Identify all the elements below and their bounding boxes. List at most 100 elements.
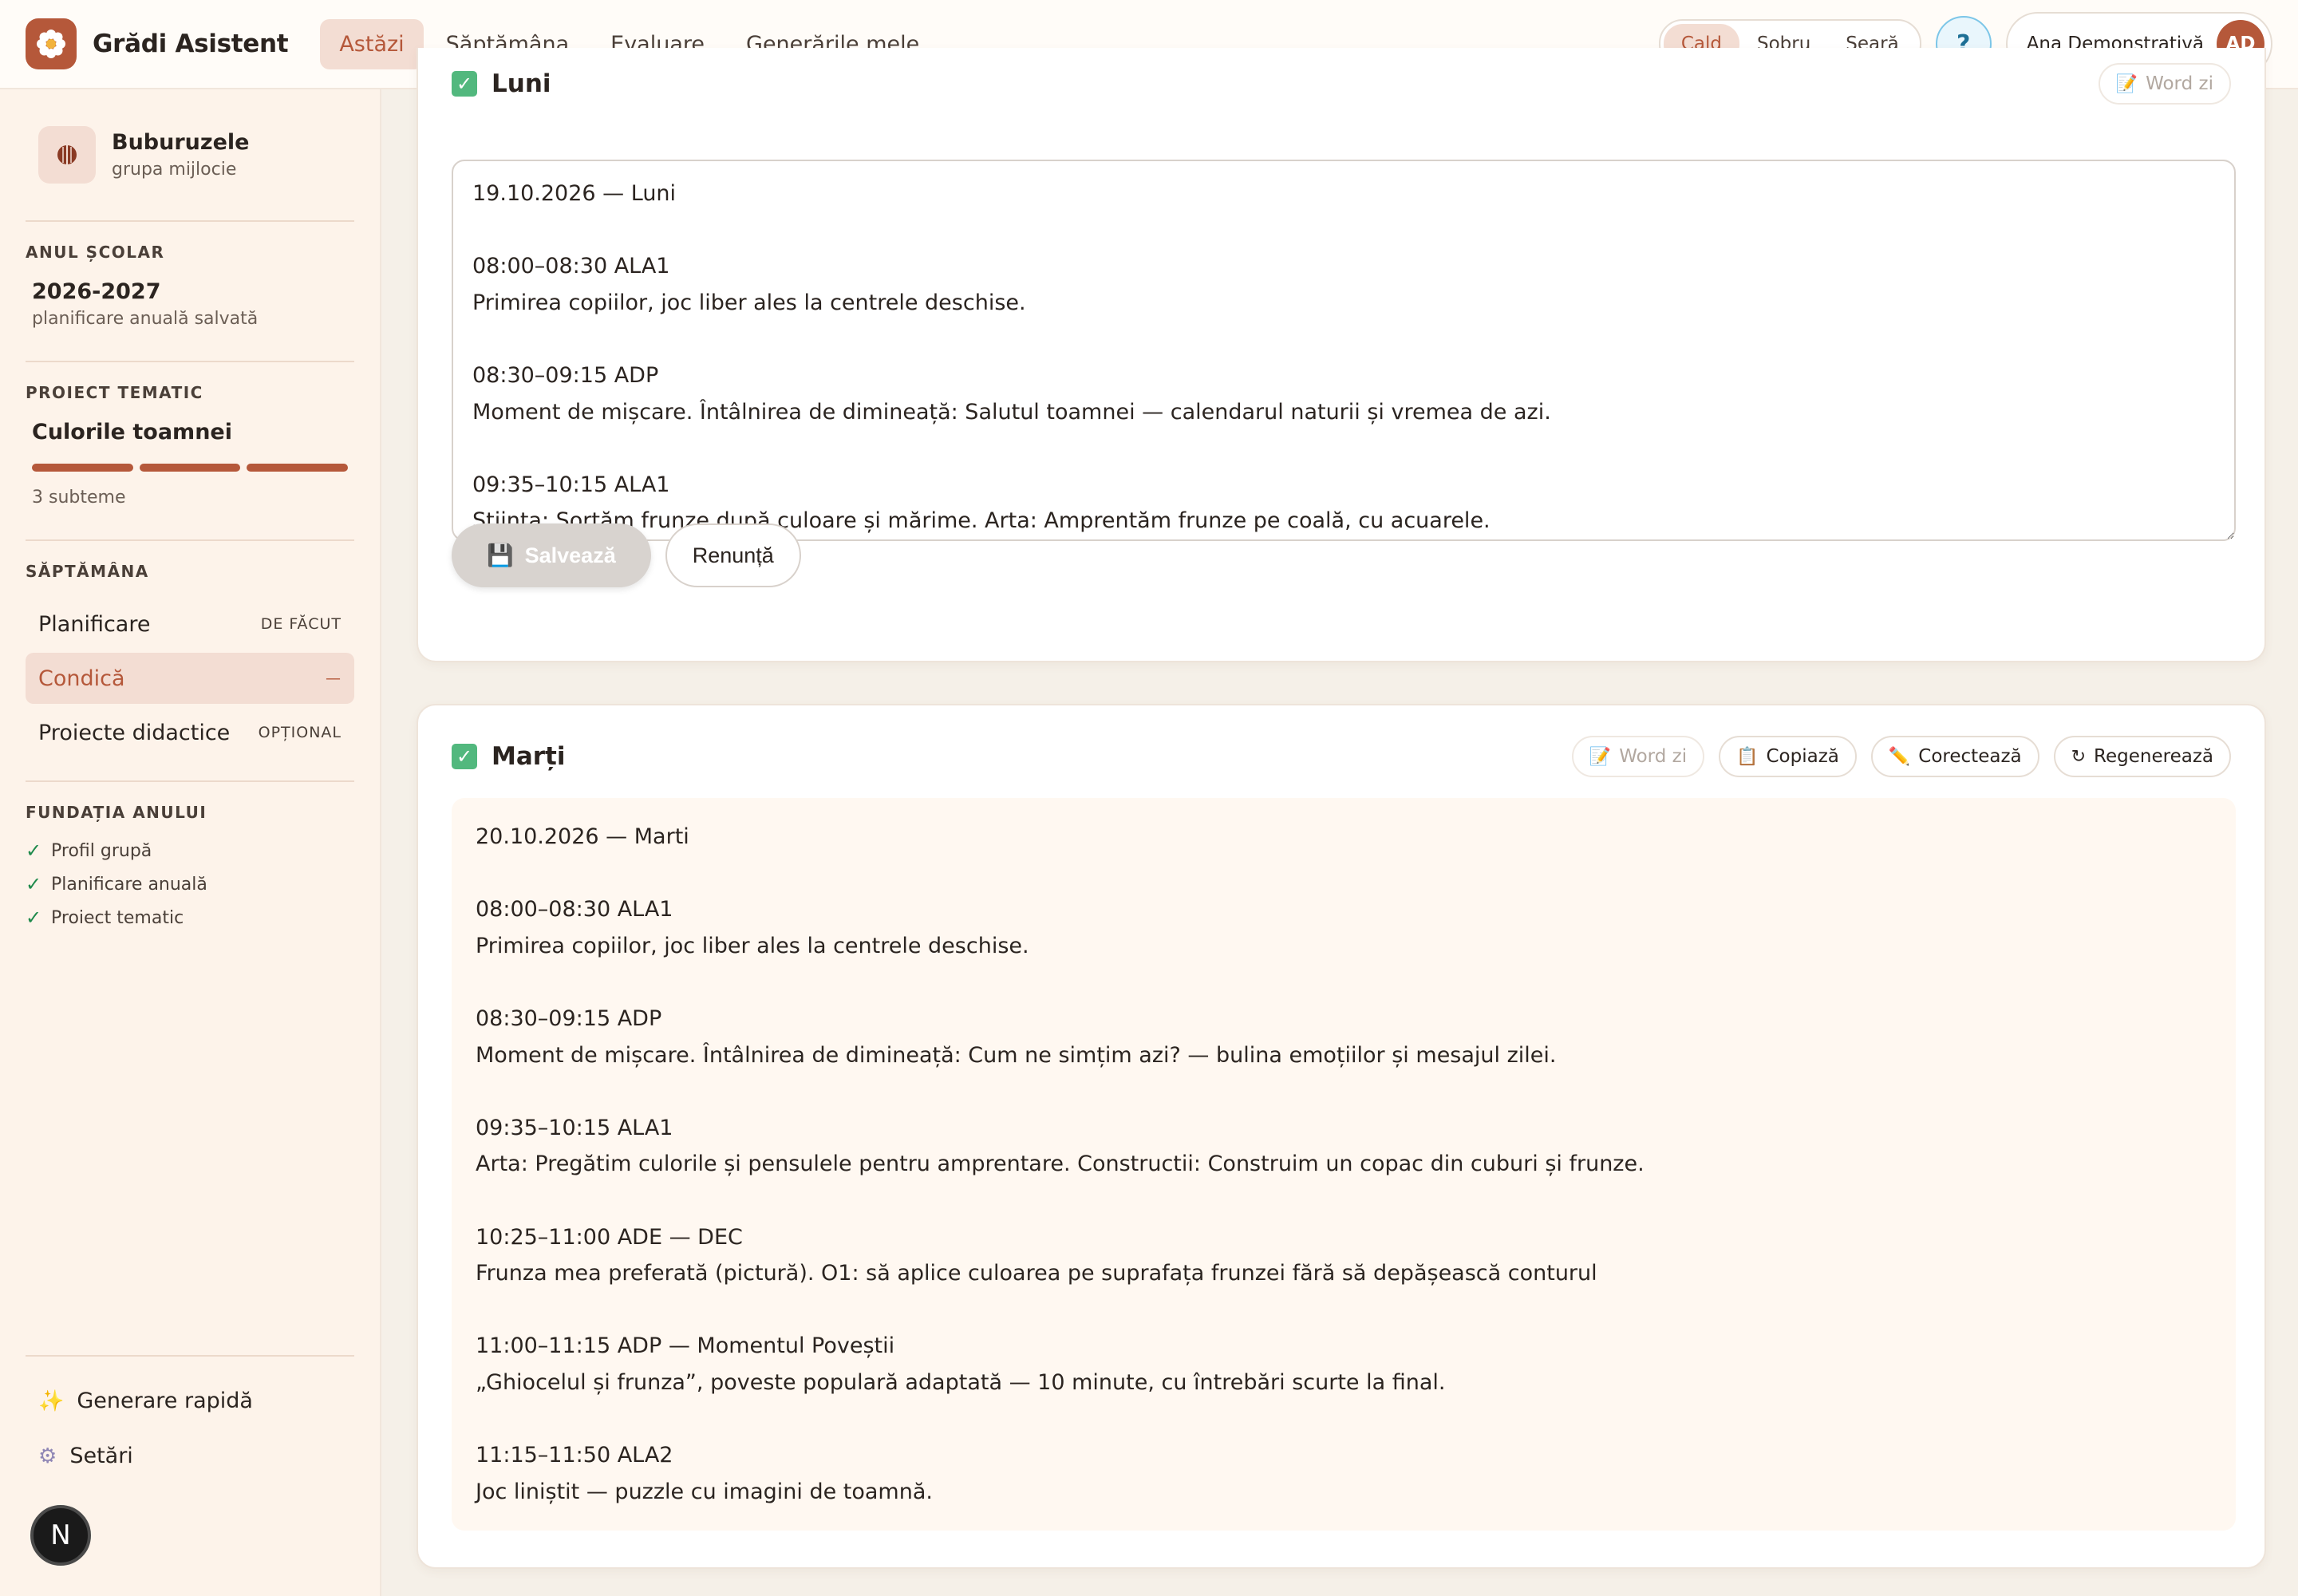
floppy-disk-icon: 💾 [487,543,514,567]
foundation-item[interactable]: ✓ Profil grupă [26,839,354,862]
quick-generate-button[interactable]: ✨ Generare rapidă [26,1377,354,1424]
foundation-item-label: Proiect tematic [51,907,184,928]
school-year-label: ANUL ȘCOLAR [26,243,165,262]
document-icon: 📝 [2115,73,2138,94]
copy-button[interactable]: 📋 Copiază [1719,736,1857,777]
app-name[interactable]: Grădi Asistent [93,30,289,58]
checkbox-checked-icon[interactable]: ✓ [452,71,477,97]
regenerate-label: Regenerează [2094,746,2213,767]
group-level: grupa mijlocie [112,160,237,180]
n-badge-icon[interactable]: N [30,1505,91,1566]
schedule-line: 09:35–10:15 ALA1 [476,1115,673,1140]
copy-label: Copiază [1766,746,1839,767]
status-badge: — [326,670,342,687]
checkmark-icon: ✓ [26,873,42,895]
schedule-line: Primirea copiilor, joc liber ales la cen… [476,933,1029,958]
schedule-line [476,1401,2212,1438]
status-badge: DE FĂCUT [260,615,342,633]
schedule-line [476,1292,2212,1329]
quick-generate-label: Generare rapidă [77,1389,253,1413]
clipboard-icon: 📋 [1736,746,1759,767]
day-title: Marți [492,742,566,771]
sidebar-item-planning[interactable]: Planificare DE FĂCUT [26,598,354,650]
checkmark-icon: ✓ [26,907,42,929]
sidebar-bottom: ✨ Generare rapidă ⚙ Setări [26,1355,354,1487]
foundation-section: FUNDAȚIA ANULUI ✓ Profil grupă ✓ Planifi… [26,782,354,972]
schedule-line: 11:00–11:15 ADP — Momentul Poveștii [476,1333,895,1359]
word-day-label: Word zi [2146,73,2213,94]
ladybug-icon [38,126,96,184]
regenerate-button[interactable]: ↻ Regenerează [2053,736,2231,777]
week-section: SĂPTĂMÂNA Planificare DE FĂCUT Condică —… [26,541,354,782]
schedule-line: 08:30–09:15 ADP [476,1005,662,1031]
checkmark-icon: ✓ [26,839,42,862]
day-schedule-editor[interactable] [452,160,2236,541]
sidebar: Buburuzele grupa mijlocie ANUL ȘCOLAR 20… [0,89,381,1596]
word-day-label: Word zi [1619,746,1688,767]
correct-label: Corectează [1918,746,2022,767]
project-subthemes: 3 subteme [32,488,126,508]
save-label: Salvează [524,543,616,567]
status-badge: OPȚIONAL [258,724,342,741]
schedule-line: „Ghiocelul și frunza”, poveste populară … [476,1369,1446,1395]
day-title: Luni [492,69,551,98]
progress-segment [139,464,241,472]
save-button[interactable]: 💾 Salvează [452,523,651,587]
word-day-button[interactable]: 📝 Word zi [2098,63,2231,105]
settings-button[interactable]: ⚙ Setări [26,1432,354,1479]
settings-label: Setări [69,1444,133,1468]
app-logo[interactable] [26,18,77,69]
foundation-label: FUNDAȚIA ANULUI [26,803,207,822]
schedule-line [476,1073,2212,1110]
edit-buttons: 💾 Salvează Renunță [452,523,801,587]
day-actions: 📝 Word zi [2098,63,2231,105]
correct-button[interactable]: ✏️ Corectează [1870,736,2039,777]
schedule-line: 11:15–11:50 ALA2 [476,1443,673,1468]
sidebar-item-label: Planificare [38,611,151,637]
cancel-button[interactable]: Renunță [665,523,801,587]
foundation-item-label: Planificare anuală [51,874,207,895]
nav-today[interactable]: Astăzi [320,18,424,69]
week-label: SĂPTĂMÂNA [26,562,149,581]
school-year-value[interactable]: 2026-2027 [26,279,354,304]
sidebar-item-label: Proiecte didactice [38,720,231,745]
progress-segment [32,464,133,472]
gear-icon: ⚙ [38,1444,57,1468]
foundation-item[interactable]: ✓ Planificare anuală [26,873,354,895]
foundation-item-label: Profil grupă [51,840,152,861]
document-icon: 📝 [1589,746,1612,767]
day-actions: 📝 Word zi 📋 Copiază ✏️ Corectează ↻ Rege… [1571,736,2231,777]
sidebar-item-lesson-plans[interactable]: Proiecte didactice OPȚIONAL [26,707,354,758]
group-card[interactable]: Buburuzele grupa mijlocie [26,89,354,222]
sidebar-item-label: Condică [38,666,125,691]
schedule-line: 20.10.2026 — Marti [476,824,689,849]
schedule-line: Joc liniștit — puzzle cu imagini de toam… [476,1479,933,1504]
schedule-line: Moment de mișcare. Întâlnirea de diminea… [476,1042,1557,1068]
subtheme-progress [32,464,349,472]
school-year-section: ANUL ȘCOLAR 2026-2027 planificare anuală… [26,222,354,362]
group-name: Buburuzele [112,130,250,155]
schedule-line [476,1183,2212,1219]
day-header: ✓ Luni 📝 Word zi [418,48,2264,120]
schedule-line: Arta: Pregătim culorile și pensulele pen… [476,1152,1645,1177]
project-label: PROIECT TEMATIC [26,383,203,402]
schedule-line: 10:25–11:00 ADE — DEC [476,1224,743,1250]
pencil-icon: ✏️ [1888,746,1911,767]
day-card-tuesday: ✓ Marți 📝 Word zi 📋 Copiază ✏️ Corecteaz… [417,704,2266,1569]
schedule-line [476,964,2212,1001]
day-header: ✓ Marți 📝 Word zi 📋 Copiază ✏️ Corecteaz… [418,725,2264,788]
school-year-note: planificare anuală salvată [32,309,259,329]
schedule-line: 08:00–08:30 ALA1 [476,897,673,922]
word-day-button[interactable]: 📝 Word zi [1571,736,1705,777]
progress-segment [247,464,349,472]
sidebar-item-register[interactable]: Condică — [26,653,354,704]
foundation-item[interactable]: ✓ Proiect tematic [26,907,354,929]
schedule-line [476,855,2212,892]
flower-icon [37,30,65,58]
day-card-monday: ✓ Luni 📝 Word zi 💾 Salvează Renunță [417,48,2266,662]
project-name[interactable]: Culorile toamnei [26,420,354,444]
sparkles-icon: ✨ [38,1389,65,1413]
refresh-icon: ↻ [2071,746,2087,767]
checkbox-checked-icon[interactable]: ✓ [452,744,477,769]
project-section: PROIECT TEMATIC Culorile toamnei 3 subte… [26,362,354,541]
